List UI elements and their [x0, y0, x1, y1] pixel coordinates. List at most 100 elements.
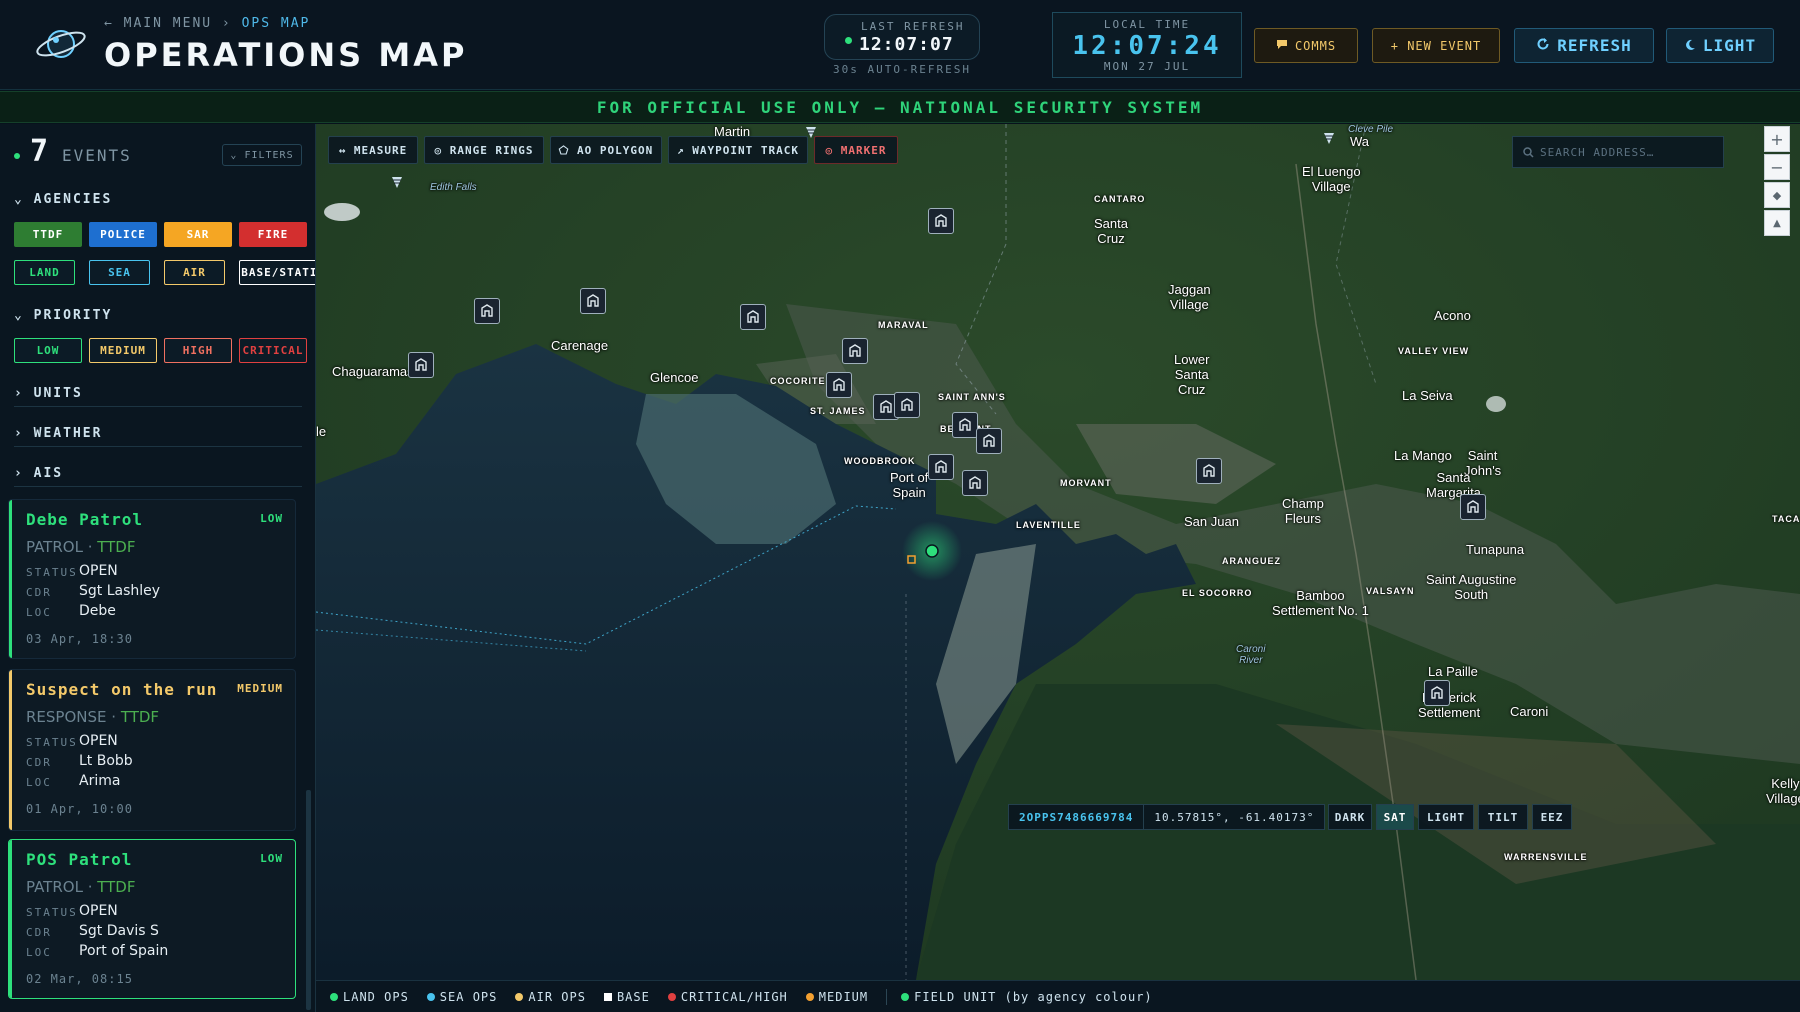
event-priority-badge: MEDIUM	[237, 682, 283, 695]
priority-section-toggle[interactable]: ⌄ PRIORITY	[14, 308, 302, 323]
local-time-panel: LOCAL TIME 12:07:24 MON 27 JUL	[1052, 12, 1242, 78]
base-station-marker[interactable]	[952, 412, 978, 438]
event-card[interactable]: POS Patrol LOW PATROL · TTDF STATUS OPEN CDR S…	[8, 839, 296, 999]
agencies-section-toggle[interactable]: ⌄ AGENCIES	[14, 192, 302, 207]
agency-filter-fire[interactable]: FIRE	[239, 222, 307, 247]
base-station-marker[interactable]	[826, 372, 852, 398]
ao-polygon-tool-button[interactable]: ⬠ AO POLYGON	[550, 136, 662, 164]
map-label-maraval: MARAVAL	[878, 320, 929, 330]
comms-button-label: COMMS	[1294, 38, 1337, 53]
building-icon	[832, 376, 846, 395]
event-title: Debe Patrol	[26, 510, 143, 529]
map-label-acono: Acono	[1434, 308, 1471, 323]
range-rings-tool-button[interactable]: ◎ RANGE RINGS	[424, 136, 544, 164]
zoom-in-button[interactable]: +	[1764, 126, 1790, 152]
base-station-marker[interactable]	[928, 454, 954, 480]
map-label-lower-santa-cruz: Lower Santa Cruz	[1174, 352, 1210, 397]
domain-filter-sea[interactable]: SEA	[89, 260, 150, 285]
map-label-chaguaramas: Chaguaramas	[332, 364, 414, 379]
map-legend: LAND OPS SEA OPS AIR OPS BASE CRITICAL/HIGH M…	[316, 980, 1800, 1012]
pitch-toggle-button[interactable]: ▲	[1764, 210, 1790, 236]
building-icon	[414, 356, 428, 375]
comms-button[interactable]: COMMS	[1254, 28, 1358, 63]
basemap-option-tilt[interactable]: TILT	[1478, 804, 1528, 830]
legend-label: MEDIUM	[818, 989, 869, 1004]
event-card[interactable]: Suspect on the run MEDIUM RESPONSE · TTDF S…	[8, 669, 296, 831]
basemap-option-eez[interactable]: EEZ	[1532, 804, 1572, 830]
map-label-glencoe: Glencoe	[650, 370, 699, 385]
base-station-marker[interactable]	[474, 298, 500, 324]
breadcrumb-current: OPS MAP	[241, 16, 311, 31]
agency-filter-sar[interactable]: SAR	[164, 222, 232, 247]
event-title: POS Patrol	[26, 850, 133, 869]
building-icon	[958, 416, 972, 435]
legend-swatch	[603, 992, 612, 1001]
event-status-value: OPEN	[79, 563, 118, 579]
new-event-button[interactable]: + NEW EVENT	[1372, 28, 1500, 63]
weather-section-toggle[interactable]: › WEATHER	[14, 426, 302, 441]
event-priority-badge: LOW	[260, 852, 283, 865]
base-station-marker[interactable]	[894, 392, 920, 418]
breadcrumb-main-menu-link[interactable]: ← MAIN MENU	[104, 16, 212, 31]
last-refresh-time: 12:07:07	[859, 34, 954, 55]
base-station-marker[interactable]	[1424, 680, 1450, 706]
refresh-icon	[1536, 36, 1550, 55]
event-type-separator: ·	[82, 538, 98, 556]
legend-item-base: BASE	[603, 990, 650, 1004]
new-event-button-label: + NEW EVENT	[1390, 38, 1482, 53]
event-list-scrollbar[interactable]	[306, 790, 311, 1010]
priority-filter-low[interactable]: LOW	[14, 338, 82, 363]
legend-label: AIR OPS	[528, 989, 586, 1004]
base-station-marker[interactable]	[408, 352, 434, 378]
light-mode-button[interactable]: LIGHT	[1666, 28, 1774, 63]
map-label-saint-ann-s: SAINT ANN'S	[938, 392, 1006, 402]
measure-tool-button[interactable]: ↔ MEASURE	[328, 136, 418, 164]
section-divider	[14, 446, 302, 447]
events-label: EVENTS	[62, 146, 132, 165]
map-label-le: le	[316, 424, 327, 439]
map-label-laventille: LAVENTILLE	[1016, 520, 1081, 530]
base-station-marker[interactable]	[962, 470, 988, 496]
event-status-label: STATUS	[26, 566, 78, 579]
event-card[interactable]: Debe Patrol LOW PATROL · TTDF STATUS OPEN CDR…	[8, 499, 296, 659]
event-cdr-value: Sgt Lashley	[79, 583, 161, 599]
event-date: 02 Mar, 08:15	[26, 972, 133, 986]
base-station-marker[interactable]	[928, 208, 954, 234]
address-search-input[interactable]	[1540, 145, 1710, 159]
base-station-marker[interactable]	[1460, 494, 1486, 520]
ais-section-toggle[interactable]: › AIS	[14, 466, 302, 481]
event-date: 01 Apr, 10:00	[26, 802, 133, 816]
domain-filter-air[interactable]: AIR	[164, 260, 225, 285]
base-station-marker[interactable]	[580, 288, 606, 314]
basemap-option-light[interactable]: LIGHT	[1418, 804, 1474, 830]
agency-filter-police[interactable]: POLICE	[89, 222, 157, 247]
legend-item-air-ops: AIR OPS	[515, 990, 586, 1004]
map-label-wa: Wa	[1350, 134, 1370, 149]
zoom-out-button[interactable]: −	[1764, 154, 1790, 180]
waypoint-track-tool-button[interactable]: ↗ WAYPOINT TRACK	[668, 136, 808, 164]
base-station-marker[interactable]	[842, 338, 868, 364]
filters-button[interactable]: ⌄ FILTERS	[222, 144, 302, 166]
units-section-toggle[interactable]: › UNITS	[14, 386, 302, 401]
marker-tool-button[interactable]: ◎ MARKER	[814, 136, 898, 164]
domain-filter-base-station[interactable]: BASE/STATION	[239, 260, 315, 285]
priority-filter-medium[interactable]: MEDIUM	[89, 338, 157, 363]
base-station-marker[interactable]	[740, 304, 766, 330]
priority-filter-high[interactable]: HIGH	[164, 338, 232, 363]
event-type-label: RESPONSE	[26, 708, 107, 726]
base-station-marker[interactable]	[976, 428, 1002, 454]
agency-filter-ttdf[interactable]: TTDF	[14, 222, 82, 247]
refresh-button[interactable]: REFRESH	[1514, 28, 1654, 63]
last-refresh-panel: LAST REFRESH 12:07:07	[824, 14, 980, 60]
event-loc-label: LOC	[26, 946, 52, 959]
event-type-label: PATROL	[26, 538, 83, 556]
compass-reset-button[interactable]: ◆	[1764, 182, 1790, 208]
building-icon	[1202, 462, 1216, 481]
base-station-marker[interactable]	[1196, 458, 1222, 484]
operations-map[interactable]: ↔ MEASURE ◎ RANGE RINGS ⬠ AO POLYGON ↗ W…	[316, 124, 1800, 980]
basemap-option-dark[interactable]: DARK	[1328, 804, 1372, 830]
basemap-option-sat[interactable]: SAT	[1376, 804, 1414, 830]
priority-filter-critical[interactable]: CRITICAL	[239, 338, 307, 363]
event-status-label: STATUS	[26, 906, 78, 919]
domain-filter-land[interactable]: LAND	[14, 260, 75, 285]
